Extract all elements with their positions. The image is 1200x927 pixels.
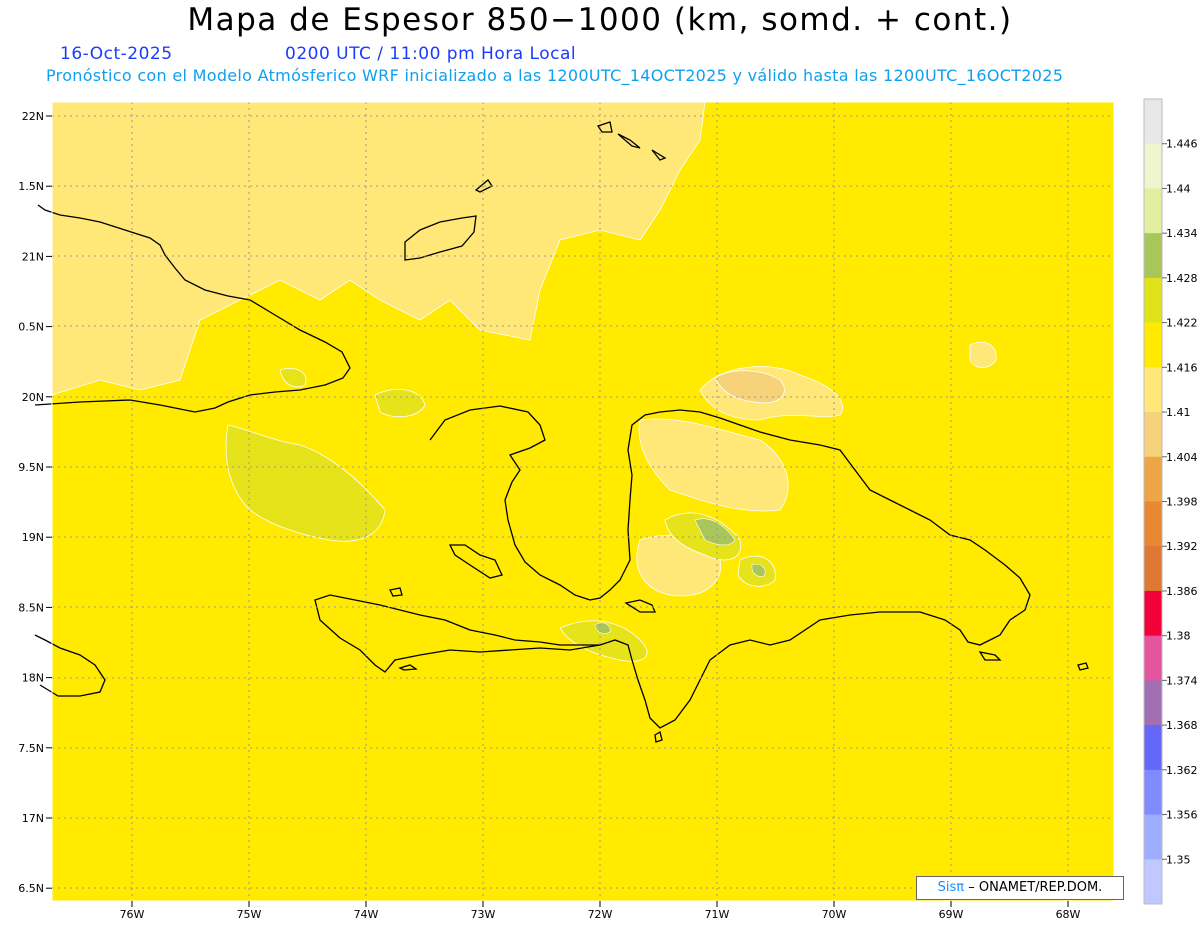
credit-text: – ONAMET/REP.DOM. [968,880,1103,895]
colorbar-swatch [1144,322,1162,368]
lat-label: 7.5N [18,742,44,755]
colorbar-label: 1.434 [1166,227,1198,240]
colorbar-label: 1.44 [1166,182,1191,195]
colorbar-label: 1.392 [1166,540,1198,553]
colorbar-swatch [1144,859,1162,905]
colorbar-label: 1.446 [1166,138,1198,151]
colorbar-label: 1.35 [1166,853,1191,866]
longitude-labels: 76W 75W 74W 73W 72W 71W 70W 69W 68W [120,908,1081,921]
credit-logo: Sisπ [937,880,965,895]
colorbar-swatch [1144,590,1162,637]
colorbar-swatch [1144,367,1162,413]
colorbar-label: 1.386 [1166,585,1198,598]
colorbar-swatch [1144,546,1162,592]
colorbar-label: 1.416 [1166,361,1198,374]
colorbar-swatch [1144,412,1162,458]
lat-label: 9.5N [18,461,44,474]
lat-label: 8.5N [18,601,44,614]
lat-label: 6.5N [18,882,44,895]
colorbar-swatch [1144,501,1162,547]
lon-label: 76W [120,908,145,921]
lat-label: 22N [22,110,44,123]
colorbar-label: 1.428 [1166,272,1198,285]
lat-label: 21N [22,250,44,263]
colorbar-swatch [1144,769,1162,816]
lat-label: 17N [22,812,44,825]
lat-label: 1.5N [18,180,44,193]
colorbar-label: 1.398 [1166,496,1198,509]
lon-label: 75W [237,908,262,921]
lon-label: 73W [471,908,496,921]
colorbar-label: 1.41 [1166,406,1191,419]
lon-label: 69W [939,908,964,921]
latitude-labels: 22N 1.5N 21N 0.5N 20N 9.5N 19N 8.5N 18N 7.5N 17N 6.… [18,110,44,895]
colorbar [1143,98,1167,905]
lat-label: 19N [22,531,44,544]
colorbar-label: 1.422 [1166,317,1198,330]
colorbar-swatch [1144,635,1162,681]
colorbar-swatch [1144,456,1162,502]
colorbar-swatch [1144,814,1162,860]
lon-label: 68W [1056,908,1081,921]
colorbar-swatch [1144,277,1162,324]
lon-label: 72W [588,908,613,921]
lon-label: 70W [822,908,847,921]
lon-label: 71W [705,908,730,921]
colorbar-label: 1.374 [1166,674,1198,687]
lat-label: 20N [22,391,44,404]
credit-box: Sisπ – ONAMET/REP.DOM. [916,876,1124,900]
lat-label: 0.5N [18,321,44,334]
colorbar-label: 1.38 [1166,630,1191,643]
thickness-map: 22N 1.5N 21N 0.5N 20N 9.5N 19N 8.5N 18N 7.5N 17N 6.… [18,98,1198,921]
colorbar-swatch [1144,143,1162,189]
colorbar-swatch [1144,188,1162,234]
colorbar-label: 1.362 [1166,764,1198,777]
colorbar-label: 1.404 [1166,451,1198,464]
colorbar-label: 1.356 [1166,809,1198,822]
colorbar-swatch [1144,233,1162,279]
colorbar-label: 1.368 [1166,719,1198,732]
colorbar-swatch [1144,680,1162,726]
colorbar-swatch [1144,725,1162,771]
lat-label: 18N [22,672,44,685]
colorbar-swatch [1144,99,1162,145]
colorbar-labels: 1.446 1.44 1.434 1.428 1.422 1.416 1.41 1.404 1.… [1166,138,1198,867]
lon-label: 74W [354,908,379,921]
